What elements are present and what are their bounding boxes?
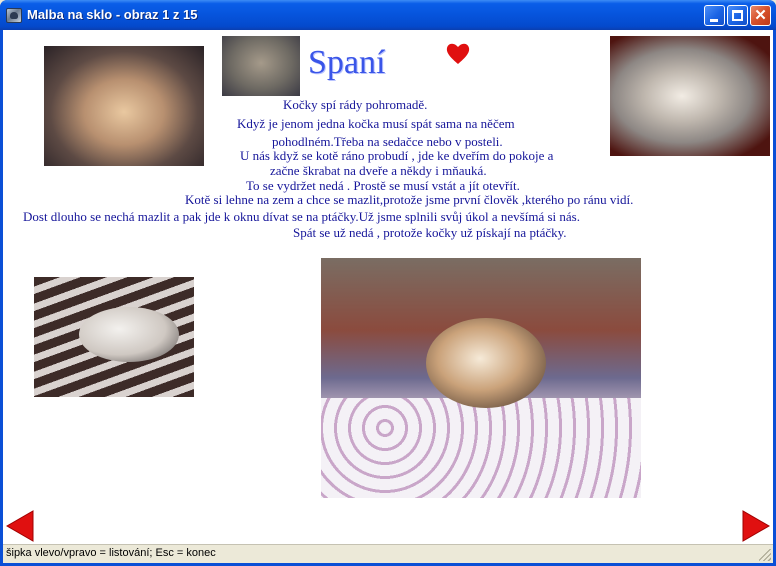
app-icon[interactable] [6,8,22,23]
app-window: Malba na sklo - obraz 1 z 15 ✕ Spaní Koč… [0,0,776,566]
page-canvas: Spaní Kočky spí rády pohromadě. Když je … [3,30,773,544]
story-line: U nás když se kotě ráno probudí , jde ke… [240,148,554,163]
resize-grip-icon[interactable] [759,549,771,561]
heart-icon [446,43,470,64]
next-arrow-icon[interactable] [742,510,770,542]
story-line: Dost dlouho se nechá mazlit a pak jde k … [23,209,580,224]
story-line: pohodlném.Třeba na sedačce nebo v postel… [272,134,503,149]
close-icon: ✕ [754,7,767,24]
minimize-icon [710,19,718,22]
story-line: Když je jenom jedna kočka musí spát sama… [237,116,515,131]
story-line: Spát se už nedá , protože kočky už píska… [293,225,567,240]
photo-kitten-with-plush-toys [321,258,641,498]
maximize-icon [732,10,743,21]
photo-kittens-pile [44,46,204,166]
photo-cat-on-sofa [610,36,770,156]
prev-arrow-icon[interactable] [6,510,34,542]
title-bar[interactable]: Malba na sklo - obraz 1 z 15 ✕ [0,0,776,30]
story-line: To se vydržet nedá . Prostě se musí vstá… [246,178,520,193]
window-title: Malba na sklo - obraz 1 z 15 [27,7,198,22]
maximize-button[interactable] [727,5,748,26]
photo-cat-sleeping-blanket [34,277,194,397]
close-button[interactable]: ✕ [750,5,771,26]
status-bar: šipka vlevo/vpravo = listování; Esc = ko… [3,544,773,563]
story-line: Kočky spí rády pohromadě. [283,97,428,112]
status-text: šipka vlevo/vpravo = listování; Esc = ko… [6,547,216,559]
story-line: Kotě si lehne na zem a chce se mazlit,pr… [185,192,634,207]
minimize-button[interactable] [704,5,725,26]
page-heading: Spaní [308,44,386,81]
photo-kitten-face [222,36,300,96]
story-line: začne škrabat na dveře a někdy i mňauká. [270,163,487,178]
